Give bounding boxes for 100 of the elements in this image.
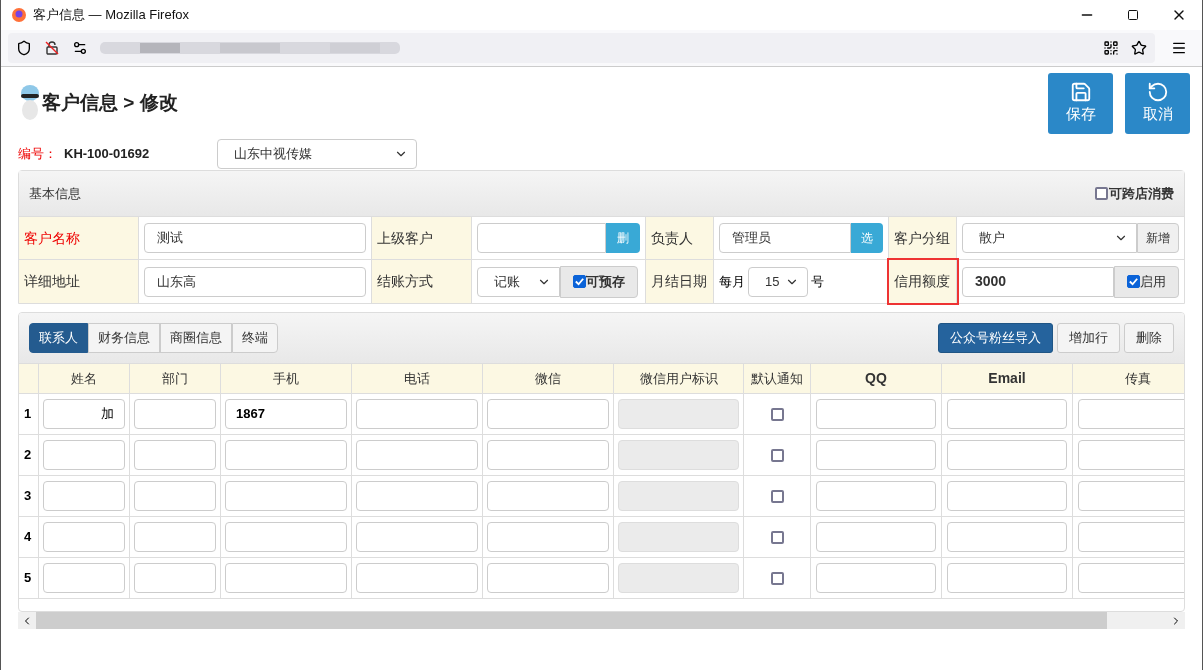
tab[interactable]: 联系人 — [29, 323, 88, 353]
field-label: 结账方式 — [377, 272, 433, 291]
settlement-select[interactable]: 记账 — [477, 266, 560, 297]
table-input[interactable] — [1078, 481, 1184, 511]
save-icon — [1069, 81, 1092, 104]
action-button[interactable]: 增加行 — [1057, 323, 1120, 353]
prepay-checkbox[interactable] — [573, 275, 586, 288]
table-input[interactable] — [816, 563, 936, 593]
table-input[interactable] — [487, 399, 609, 429]
column-header: 姓名 — [71, 369, 97, 388]
action-button[interactable]: 公众号粉丝导入 — [938, 323, 1053, 353]
table-input[interactable] — [487, 481, 609, 511]
lock-icon[interactable] — [44, 40, 60, 56]
customer-name-field[interactable]: 测试 — [144, 223, 366, 253]
table-input[interactable] — [134, 399, 216, 429]
row-number: 2 — [24, 446, 32, 465]
table-input[interactable] — [225, 481, 347, 511]
tab[interactable]: 财务信息 — [88, 323, 160, 353]
billing-day-select[interactable]: 15 — [748, 266, 808, 297]
cross-store-checkbox[interactable] — [1095, 187, 1108, 200]
action-button[interactable]: 删除 — [1124, 323, 1174, 353]
table-input[interactable] — [1078, 440, 1184, 470]
panel-title: 基本信息 — [29, 184, 81, 203]
table-input[interactable] — [947, 440, 1067, 470]
table-input[interactable] — [43, 563, 125, 593]
maximize-icon[interactable] — [1127, 9, 1139, 21]
table-input[interactable] — [947, 481, 1067, 511]
table-input[interactable] — [356, 563, 478, 593]
save-button[interactable]: 保存 — [1048, 73, 1113, 134]
qr-code-icon[interactable] — [1103, 40, 1119, 56]
table-input[interactable] — [947, 522, 1067, 552]
notify-checkbox[interactable] — [770, 571, 784, 585]
table-input[interactable] — [816, 522, 936, 552]
table-input[interactable] — [356, 522, 478, 552]
table-input[interactable] — [487, 440, 609, 470]
notify-checkbox[interactable] — [770, 448, 784, 462]
table-input[interactable] — [947, 563, 1067, 593]
credit-enable-toggle[interactable]: 启用 — [1114, 265, 1179, 298]
store-select[interactable]: 山东中视传媒 — [217, 139, 417, 169]
field-label: 月结日期 — [651, 272, 707, 291]
shield-icon[interactable] — [16, 40, 32, 56]
table-input[interactable] — [43, 522, 125, 552]
prepay-toggle[interactable]: 可预存 — [560, 265, 638, 298]
notify-checkbox[interactable] — [770, 407, 784, 421]
cancel-button[interactable]: 取消 — [1125, 73, 1190, 134]
tab[interactable]: 终端 — [232, 323, 278, 353]
table-input[interactable] — [816, 440, 936, 470]
field-label: 客户分组 — [894, 228, 950, 248]
table-input[interactable] — [134, 522, 216, 552]
table-input[interactable]: 加 — [43, 399, 125, 429]
table-input[interactable] — [43, 440, 125, 470]
column-header: 微信 — [535, 369, 561, 388]
horizontal-scrollbar[interactable] — [18, 612, 1185, 629]
table-input[interactable]: 1867 — [225, 399, 347, 429]
field-label: 客户名称 — [24, 228, 80, 248]
table-input[interactable] — [134, 481, 216, 511]
column-header: 手机 — [273, 369, 299, 388]
permissions-icon[interactable] — [72, 40, 88, 56]
field-label: 详细地址 — [24, 272, 80, 291]
address-field[interactable]: 山东高 — [144, 266, 366, 297]
column-header: 电话 — [404, 369, 430, 388]
column-header: 微信用户标识 — [639, 369, 718, 388]
credit-field[interactable]: 3000 — [962, 266, 1114, 297]
tab[interactable]: 商圈信息 — [160, 323, 232, 353]
parent-customer-field[interactable] — [477, 223, 606, 253]
table-input[interactable] — [134, 440, 216, 470]
table-input[interactable] — [225, 563, 347, 593]
table-input[interactable] — [487, 563, 609, 593]
add-group-button[interactable]: 新增 — [1137, 223, 1179, 253]
table-input[interactable] — [134, 563, 216, 593]
menu-icon[interactable] — [1171, 40, 1187, 56]
column-header: Email — [988, 369, 1026, 388]
notify-checkbox[interactable] — [770, 489, 784, 503]
table-input[interactable] — [1078, 563, 1184, 593]
owner-field[interactable]: 管理员 — [719, 223, 851, 253]
table-input[interactable] — [816, 481, 936, 511]
billing-suffix: 号 — [811, 272, 824, 291]
table-input[interactable] — [1078, 522, 1184, 552]
field-label: 信用额度 — [894, 272, 950, 291]
column-header: 部门 — [162, 369, 188, 388]
credit-enable-checkbox[interactable] — [1127, 275, 1140, 288]
row-number: 4 — [24, 528, 32, 547]
table-input[interactable] — [816, 399, 936, 429]
notify-checkbox[interactable] — [770, 530, 784, 544]
table-input[interactable] — [356, 481, 478, 511]
code-value: KH-100-01692 — [64, 145, 151, 164]
table-input[interactable] — [356, 399, 478, 429]
code-label: 编号： — [18, 145, 58, 164]
table-input[interactable] — [1078, 399, 1184, 429]
table-input[interactable] — [947, 399, 1067, 429]
column-header: 默认通知 — [751, 369, 803, 388]
group-select[interactable]: 散户 — [962, 223, 1137, 253]
bookmark-star-icon[interactable] — [1131, 40, 1147, 56]
table-input[interactable] — [225, 440, 347, 470]
checkbox-label: 可跨店消费 — [1109, 184, 1174, 203]
field-label: 上级客户 — [377, 228, 433, 248]
table-input[interactable] — [356, 440, 478, 470]
table-input[interactable] — [225, 522, 347, 552]
table-input[interactable] — [487, 522, 609, 552]
table-input[interactable] — [43, 481, 125, 511]
